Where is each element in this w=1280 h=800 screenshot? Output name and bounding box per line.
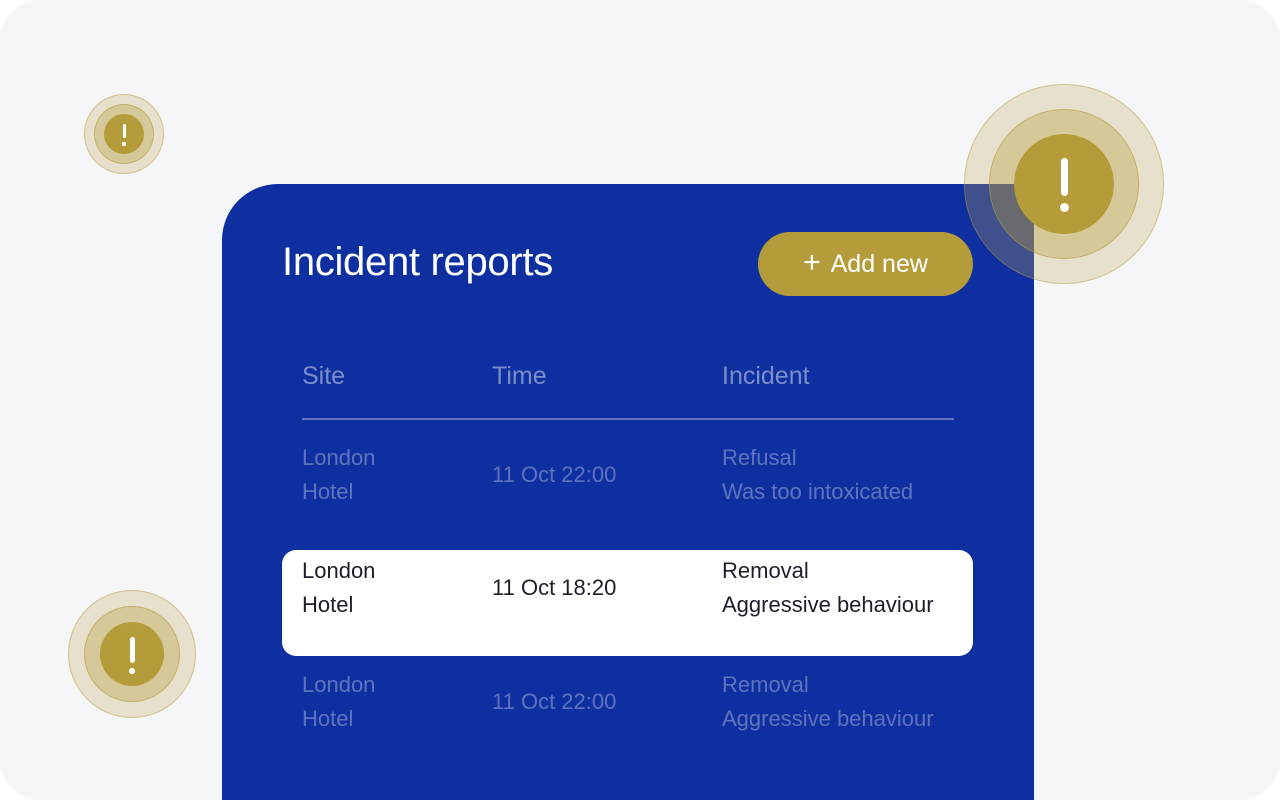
alert-icon xyxy=(68,590,196,718)
table-row-selected[interactable]: London Hotel 11 Oct 18:20 Removal Aggressi… xyxy=(282,550,973,656)
canvas: Incident reports + Add new Site Time Inc… xyxy=(0,0,1280,800)
cell-incident: Removal Aggressive behaviour xyxy=(722,672,934,731)
add-new-label: Add new xyxy=(830,249,928,278)
table-header: Site Time Incident xyxy=(302,362,954,420)
cell-time: 11 Oct 18:20 xyxy=(492,575,617,600)
table-row[interactable]: London Hotel 11 Oct 22:00 Refusal Was too … xyxy=(282,437,973,543)
cell-site: London Hotel xyxy=(302,558,376,617)
cell-site: London Hotel xyxy=(302,445,376,504)
add-new-button[interactable]: + Add new xyxy=(758,232,973,296)
alert-icon xyxy=(84,94,164,174)
cell-site: London Hotel xyxy=(302,672,376,731)
cell-incident: Removal Aggressive behaviour xyxy=(722,558,934,617)
column-header-incident[interactable]: Incident xyxy=(722,362,810,391)
plus-icon: + xyxy=(803,245,821,279)
alert-icon xyxy=(964,84,1164,284)
table-row[interactable]: London Hotel 11 Oct 22:00 Removal Aggressi… xyxy=(282,664,973,770)
column-header-site[interactable]: Site xyxy=(302,362,345,391)
incident-reports-card: Incident reports + Add new Site Time Inc… xyxy=(222,184,1034,800)
page-title: Incident reports xyxy=(282,240,553,284)
cell-time: 11 Oct 22:00 xyxy=(492,689,617,714)
cell-incident: Refusal Was too intoxicated xyxy=(722,445,914,504)
column-header-time[interactable]: Time xyxy=(492,362,547,391)
cell-time: 11 Oct 22:00 xyxy=(492,462,617,487)
